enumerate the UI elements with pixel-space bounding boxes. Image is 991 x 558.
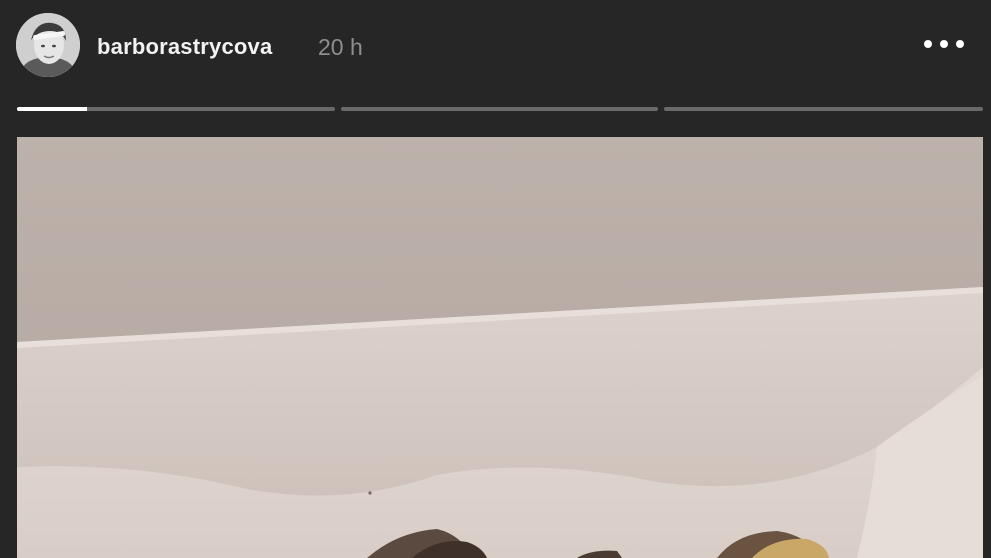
more-horizontal-icon — [940, 40, 948, 48]
avatar[interactable] — [16, 13, 80, 77]
more-horizontal-icon — [924, 40, 932, 48]
story-photo — [17, 137, 983, 558]
more-options-button[interactable] — [920, 30, 968, 60]
avatar-image — [16, 13, 80, 77]
story-header: barborastrycova 20 h — [0, 0, 991, 95]
more-horizontal-icon — [956, 40, 964, 48]
progress-fill — [17, 107, 87, 111]
progress-segment-2 — [341, 107, 658, 111]
progress-segment-3 — [664, 107, 983, 111]
story-viewer: barborastrycova 20 h — [0, 0, 991, 558]
story-media[interactable] — [17, 137, 983, 558]
progress-segment-1 — [17, 107, 335, 111]
story-progress-bars — [17, 107, 983, 113]
timestamp: 20 h — [318, 34, 363, 60]
username[interactable]: barborastrycova — [97, 34, 272, 60]
